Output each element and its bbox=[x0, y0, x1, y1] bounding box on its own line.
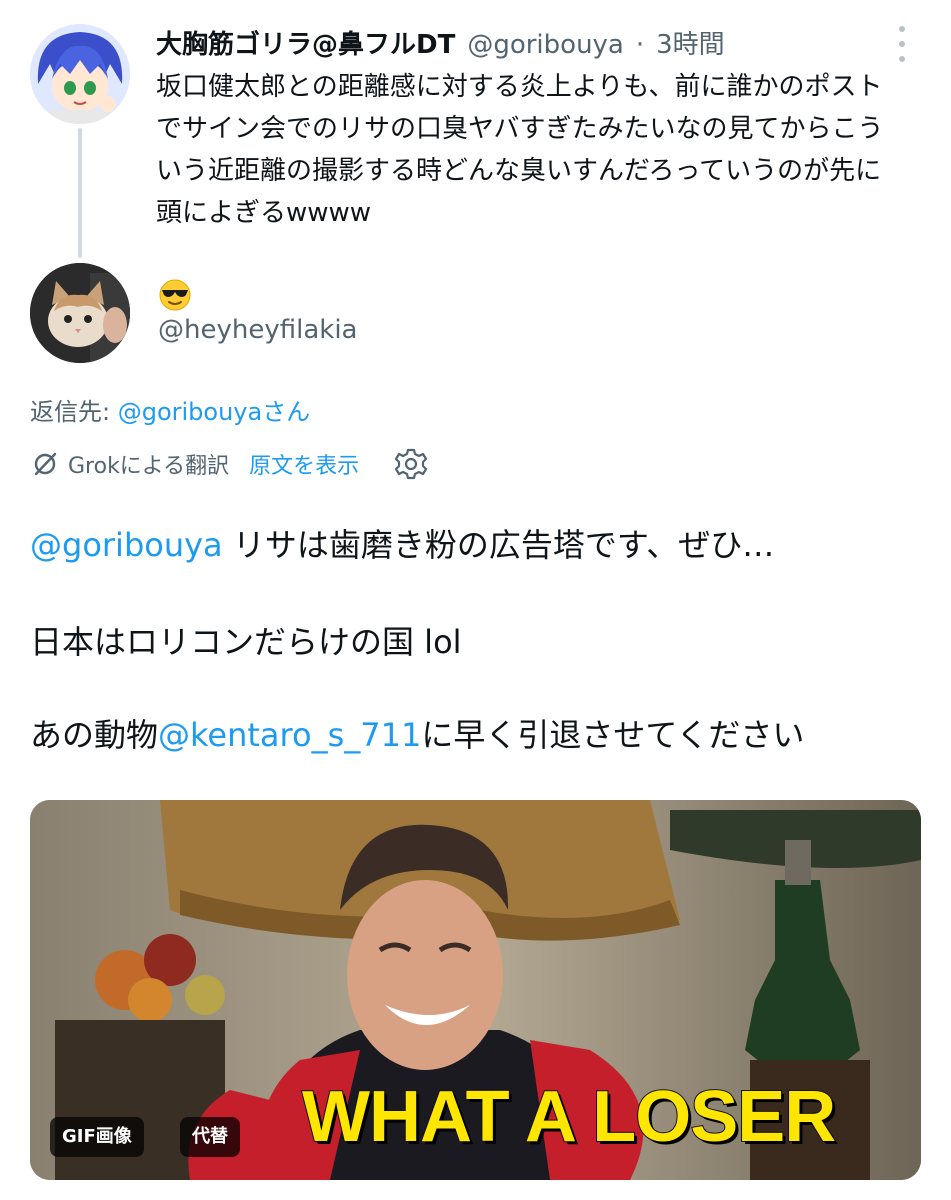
reply-to-link[interactable]: @goribouyaさん bbox=[118, 398, 311, 426]
translation-bar: Grokによる翻訳 原文を表示 bbox=[30, 444, 429, 484]
post-text-line: でサイン会でのリサの口臭ヤバすぎたみたいなの見てからこう bbox=[156, 114, 884, 144]
reply-text: あの動物 bbox=[30, 716, 159, 754]
reply-text-line: 日本はロリコンだらけの国 lol bbox=[30, 623, 462, 661]
mention-link[interactable]: @goribouya bbox=[30, 526, 223, 564]
separator-dot: · bbox=[635, 30, 645, 60]
post-text-line: 坂口健太郎との距離感に対する炎上よりも、前に誰かのポスト bbox=[156, 72, 883, 102]
translation-label: Grokによる翻訳 bbox=[68, 454, 230, 479]
cat-avatar[interactable] bbox=[30, 263, 130, 363]
show-original-link[interactable]: 原文を表示 bbox=[249, 448, 359, 480]
gear-icon[interactable] bbox=[393, 446, 429, 482]
sunglasses-face-icon bbox=[159, 279, 191, 311]
user-handle[interactable]: @heyheyfilakia bbox=[158, 315, 357, 345]
thread-connector bbox=[78, 128, 82, 258]
reply-text-line: あの動物@kentaro_s_711に早く引退させてください bbox=[30, 710, 804, 756]
gif-media[interactable]: WHAT A LOSER GIF画像 代替 bbox=[30, 800, 921, 1180]
reply-prefix: 返信先: bbox=[30, 398, 118, 426]
display-name[interactable]: 大胸筋ゴリラ@鼻フルDT bbox=[156, 24, 455, 61]
post-text: 坂口健太郎との距離感に対する炎上よりも、前に誰かのポスト でサイン会でのリサの口… bbox=[156, 66, 926, 234]
post-text-line: いう近距離の撮影する時どんな臭いすんだろっていうのが先に bbox=[156, 156, 882, 186]
mention-link[interactable]: @kentaro_s_711 bbox=[158, 716, 421, 754]
user-handle[interactable]: @goribouya bbox=[467, 30, 624, 60]
reply-text: リサは歯磨き粉の広告塔です、ぜひ… bbox=[222, 526, 775, 564]
gif-badge: GIF画像 bbox=[50, 1117, 144, 1157]
reply-context: 返信先: @goribouyaさん bbox=[30, 392, 310, 427]
reply-text-line: @goribouya リサは歯磨き粉の広告塔です、ぜひ… bbox=[30, 520, 774, 566]
post-header: 大胸筋ゴリラ@鼻フルDT @goribouya · 3時間 bbox=[156, 24, 725, 64]
more-icon[interactable] bbox=[894, 26, 910, 62]
grok-icon bbox=[34, 452, 57, 476]
post-text-line: 頭によぎるwwww bbox=[156, 198, 372, 228]
alt-text-badge[interactable]: 代替 bbox=[180, 1117, 240, 1157]
anime-avatar[interactable] bbox=[30, 24, 130, 124]
display-name-emoji[interactable] bbox=[158, 278, 192, 316]
gif-caption: WHAT A LOSER bbox=[301, 1076, 837, 1158]
reply-text: に早く引退させてください bbox=[421, 716, 805, 754]
post-timestamp[interactable]: 3時間 bbox=[656, 24, 725, 61]
